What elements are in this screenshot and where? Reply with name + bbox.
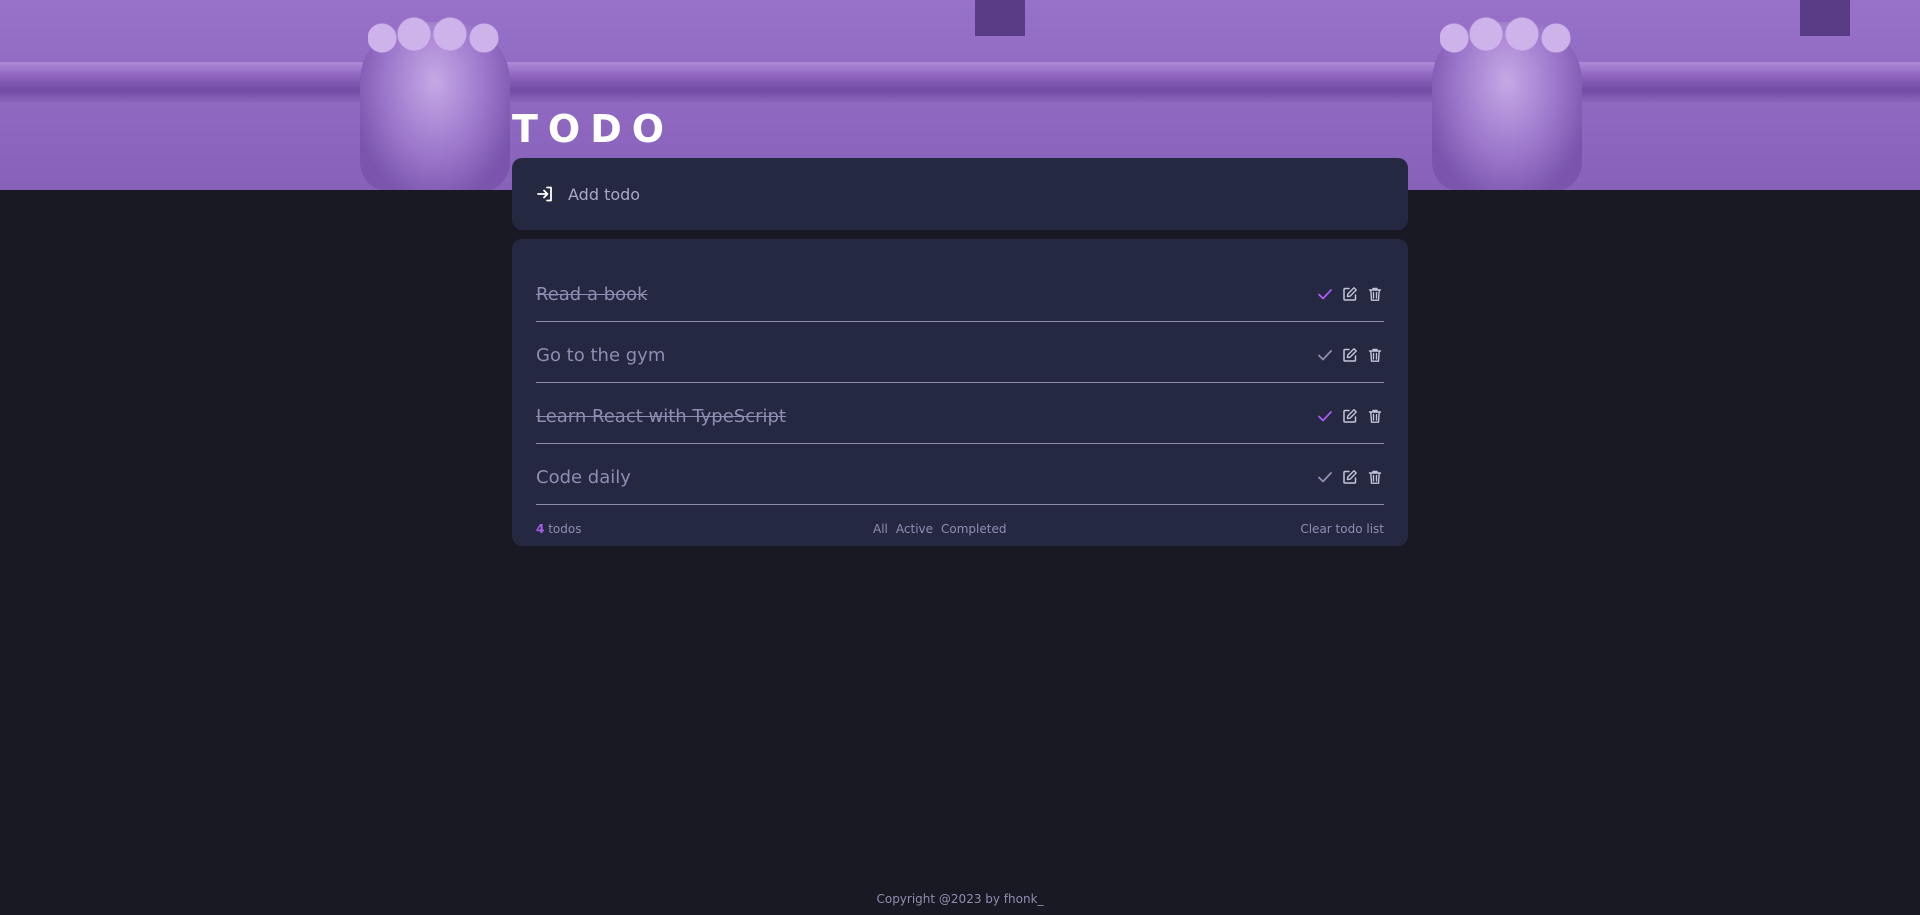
check-icon[interactable] <box>1316 468 1334 486</box>
todo-actions <box>1316 346 1384 364</box>
bar-post <box>975 0 1025 36</box>
todo-count: 4 todos <box>536 522 581 536</box>
trash-icon[interactable] <box>1366 468 1384 486</box>
todo-item: Code daily <box>536 444 1384 505</box>
trash-icon[interactable] <box>1366 346 1384 364</box>
check-icon[interactable] <box>1316 285 1334 303</box>
filter-completed[interactable]: Completed <box>941 522 1006 536</box>
hand-left <box>360 16 510 190</box>
add-todo-input[interactable] <box>568 184 1368 204</box>
trash-icon[interactable] <box>1366 407 1384 425</box>
todo-actions <box>1316 407 1384 425</box>
todo-count-label: todos <box>548 522 582 536</box>
trash-icon[interactable] <box>1366 285 1384 303</box>
add-todo-card <box>512 158 1408 230</box>
bar-post <box>1800 0 1850 36</box>
todo-list-card: Read a book Go to the gym Learn React wi… <box>512 239 1408 546</box>
clear-todo-list-button[interactable]: Clear todo list <box>1300 522 1384 536</box>
todo-count-number: 4 <box>536 522 545 536</box>
todo-text: Read a book <box>536 283 648 305</box>
todo-actions <box>1316 468 1384 486</box>
check-icon[interactable] <box>1316 346 1334 364</box>
edit-icon[interactable] <box>1341 285 1359 303</box>
todo-item: Go to the gym <box>536 322 1384 383</box>
todo-item: Learn React with TypeScript <box>536 383 1384 444</box>
todo-list: Read a book Go to the gym Learn React wi… <box>536 261 1384 505</box>
edit-icon[interactable] <box>1341 407 1359 425</box>
filter-active[interactable]: Active <box>896 522 933 536</box>
todo-text: Learn React with TypeScript <box>536 405 786 427</box>
todo-actions <box>1316 285 1384 303</box>
filter-group: All Active Completed <box>873 522 1006 536</box>
todo-text: Go to the gym <box>536 344 666 366</box>
todo-footer: 4 todos All Active Completed Clear todo … <box>536 505 1384 553</box>
edit-icon[interactable] <box>1341 468 1359 486</box>
copyright-text: Copyright @2023 by fhonk_ <box>876 892 1044 906</box>
edit-icon[interactable] <box>1341 346 1359 364</box>
todo-text: Code daily <box>536 466 631 488</box>
login-enter-icon[interactable] <box>536 185 554 203</box>
filter-all[interactable]: All <box>873 522 888 536</box>
todo-item: Read a book <box>536 261 1384 322</box>
page-title: TODO <box>512 107 675 151</box>
hand-right <box>1432 16 1582 190</box>
pull-up-bar <box>0 62 1920 102</box>
check-icon[interactable] <box>1316 407 1334 425</box>
